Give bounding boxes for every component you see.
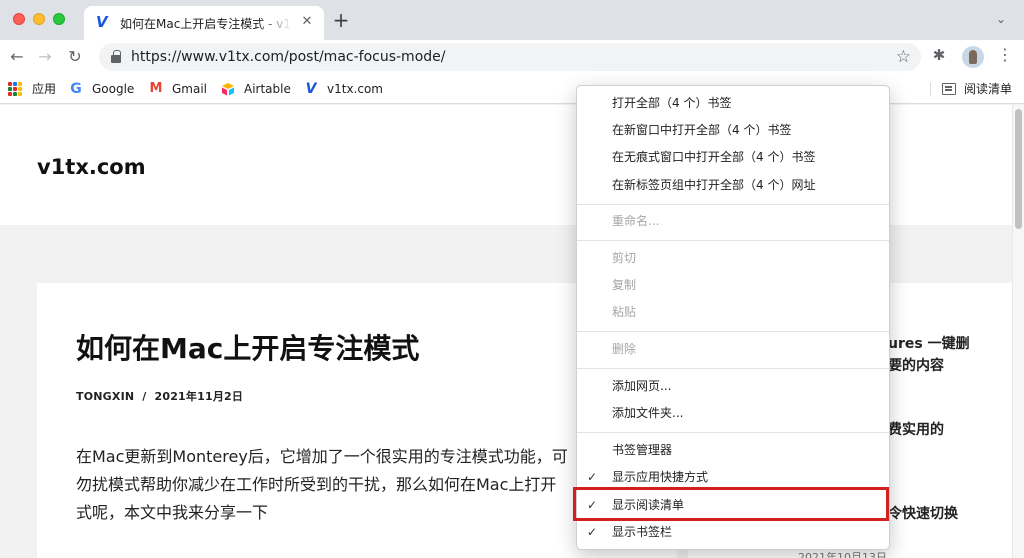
menu-open-all-bookmarks[interactable]: 打开全部（4 个）书签 [577, 90, 889, 117]
menu-separator [577, 432, 889, 433]
toolbar: ← → ↻ https://www.v1tx.com/post/mac-focu… [0, 40, 1024, 74]
menu-separator [577, 331, 889, 332]
menu-delete[interactable]: 删除 [577, 336, 889, 363]
menu-cut[interactable]: 剪切 [577, 245, 889, 272]
menu-open-all-tab-group[interactable]: 在新标签页组中打开全部（4 个）网址 [577, 172, 889, 199]
author-link[interactable]: TONGXIN [76, 390, 134, 403]
page-scrollbar[interactable] [1012, 105, 1024, 558]
meta-separator: / [142, 390, 147, 403]
menu-open-all-new-window[interactable]: 在新窗口中打开全部（4 个）书签 [577, 117, 889, 144]
v1tx-icon: V [305, 81, 317, 97]
url-text[interactable]: https://www.v1tx.com/post/mac-focus-mode… [131, 49, 445, 65]
sidebar-post-title[interactable]: 令快速切换 [888, 503, 958, 523]
bookmark-apps[interactable]: 应用 [8, 80, 56, 98]
google-icon: G [70, 81, 82, 97]
checkmark-icon: ✓ [587, 525, 598, 539]
zoom-window-button[interactable] [53, 13, 65, 25]
article-title: 如何在Mac上开启专注模式 [76, 332, 420, 365]
bookmark-label: Gmail [172, 82, 208, 96]
bookmark-context-menu: 打开全部（4 个）书签 在新窗口中打开全部（4 个）书签 在无痕式窗口中打开全部… [576, 85, 890, 550]
sidebar-post-title[interactable]: 费实用的 [888, 419, 944, 439]
menu-copy[interactable]: 复制 [577, 272, 889, 299]
bookmark-v1tx[interactable]: V v1tx.com [303, 80, 383, 98]
article-meta: TONGXIN / 2021年11月2日 [76, 388, 243, 404]
v1tx-favicon-icon: V [96, 13, 108, 31]
menu-open-all-incognito[interactable]: 在无痕式窗口中打开全部（4 个）书签 [577, 144, 889, 171]
bookmark-label: v1tx.com [327, 82, 383, 96]
bookmark-airtable[interactable]: Airtable [220, 80, 291, 98]
close-window-button[interactable] [13, 13, 25, 25]
active-tab[interactable]: V 如何在Mac上开启专注模式 - v1tx ✕ [84, 6, 324, 40]
checkmark-icon: ✓ [587, 470, 598, 484]
site-name-link[interactable]: v1tx.com [37, 155, 146, 179]
menu-rename[interactable]: 重命名... [577, 208, 889, 235]
menu-show-reading-list[interactable]: ✓ 显示阅读清单 [577, 492, 889, 519]
menu-show-apps-shortcut[interactable]: ✓ 显示应用快捷方式 [577, 464, 889, 491]
menu-add-folder[interactable]: 添加文件夹... [577, 400, 889, 427]
bookmarks-divider [930, 82, 931, 96]
bookmark-google[interactable]: G Google [68, 80, 134, 98]
lock-icon[interactable] [111, 50, 121, 63]
forward-button[interactable]: → [35, 47, 55, 67]
tab-strip: V 如何在Mac上开启专注模式 - v1tx ✕ + ⌄ [0, 0, 1024, 40]
reading-list-icon [942, 83, 956, 95]
extensions-puzzle-icon[interactable]: ✱ [930, 46, 948, 64]
publish-date: 2021年11月2日 [154, 390, 244, 403]
menu-add-page[interactable]: 添加网页... [577, 373, 889, 400]
menu-paste[interactable]: 粘贴 [577, 299, 889, 326]
reading-list-label: 阅读清单 [964, 82, 1013, 96]
reload-button[interactable]: ↻ [65, 47, 85, 67]
sidebar-post-title[interactable]: ures 一键删 [888, 333, 970, 353]
bookmark-gmail[interactable]: M Gmail [148, 80, 207, 98]
gmail-icon: M [149, 81, 163, 96]
minimize-window-button[interactable] [33, 13, 45, 25]
back-button[interactable]: ← [7, 47, 27, 67]
reading-list-button[interactable]: 阅读清单 [942, 80, 1012, 98]
menu-separator [577, 368, 889, 369]
apps-icon [8, 81, 24, 97]
bookmark-label: Airtable [244, 82, 291, 96]
scrollbar-thumb[interactable] [1015, 109, 1022, 229]
close-icon[interactable]: ✕ [298, 13, 316, 31]
bookmark-star-icon[interactable]: ☆ [896, 47, 911, 67]
tab-title: 如何在Mac上开启专注模式 - v1tx [120, 17, 292, 31]
profile-avatar[interactable] [962, 46, 984, 68]
tab-search-chevron-icon[interactable]: ⌄ [996, 12, 1010, 26]
menu-show-bookmarks-bar[interactable]: ✓ 显示书签栏 [577, 519, 889, 546]
chrome-menu-icon[interactable]: ⋮ [996, 46, 1014, 64]
checkmark-icon: ✓ [587, 498, 598, 512]
bookmark-label: 应用 [32, 82, 57, 96]
airtable-icon [220, 81, 236, 97]
bookmark-label: Google [92, 82, 135, 96]
address-bar[interactable]: https://www.v1tx.com/post/mac-focus-mode… [99, 43, 921, 71]
menu-separator [577, 204, 889, 205]
sidebar-post-date: 2021年10月13日 [798, 551, 887, 558]
menu-bookmark-manager[interactable]: 书签管理器 [577, 437, 889, 464]
new-tab-button[interactable]: + [331, 10, 351, 30]
sidebar-post-title[interactable]: 要的内容 [888, 355, 944, 375]
menu-separator [577, 240, 889, 241]
